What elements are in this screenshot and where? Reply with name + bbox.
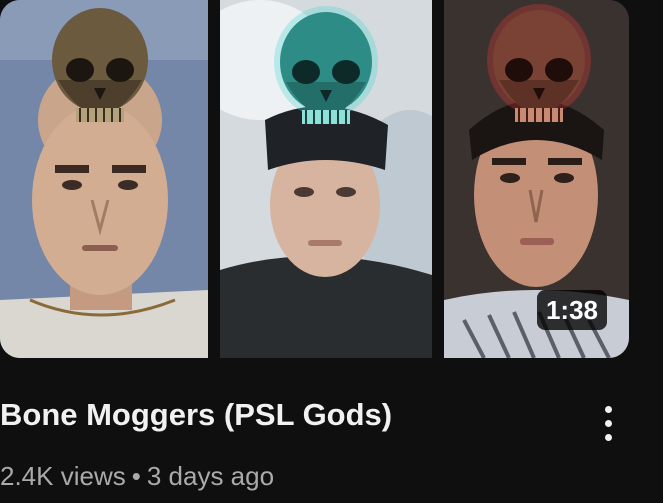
thumbnail-panel-1 [0,0,208,358]
panel-1-image [0,0,208,358]
video-metadata: 2.4K views • 3 days ago [0,460,274,492]
menu-dot [604,419,612,427]
view-count: 2.4K views [0,461,126,491]
upload-age: 3 days ago [146,461,275,491]
video-title[interactable]: Bone Moggers (PSL Gods) [0,396,392,434]
duration-badge: 1:38 [536,290,607,330]
more-vertical-icon[interactable] [588,398,628,448]
metadata-separator: • [131,461,141,491]
thumbnail-panel-2 [220,0,432,358]
video-thumbnail[interactable]: 1:38 [0,0,629,358]
menu-dot [604,405,612,413]
panel-2-image [220,0,432,358]
menu-dot [604,433,612,441]
